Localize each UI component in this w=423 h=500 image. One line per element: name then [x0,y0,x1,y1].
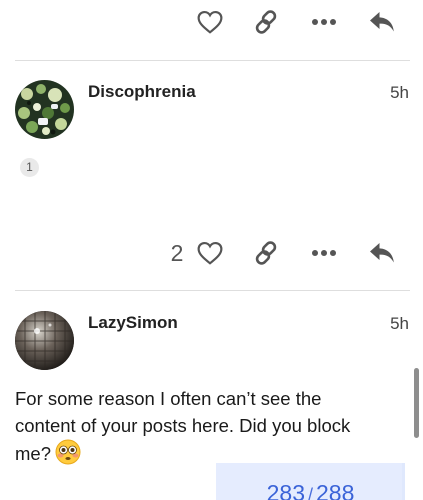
post-actions: 2 [0,231,423,275]
like-button[interactable] [190,0,230,44]
reply-icon [370,243,394,263]
ellipsis-icon [312,250,336,256]
progress-current: 283 [266,480,305,500]
progress-separator: / [307,485,313,500]
post-actions-previous [0,0,423,44]
ellipsis-icon [312,19,336,25]
link-icon [255,10,277,34]
like-count[interactable]: 2 [162,231,192,275]
flushed-face-emoji [55,439,81,472]
link-icon [255,241,277,265]
share-link-button[interactable] [246,231,286,275]
avatar[interactable] [15,80,74,139]
progress-total: 288 [316,480,355,500]
avatar-image [15,80,74,139]
avatar-image [15,311,74,370]
like-button[interactable] [190,231,230,275]
post-divider [15,60,410,61]
post-username[interactable]: LazySimon [88,313,178,333]
more-options-button[interactable] [304,231,344,275]
avatar[interactable] [15,311,74,370]
reply-button[interactable] [362,231,402,275]
post-timestamp[interactable]: 5h [390,83,409,103]
reply-button[interactable] [362,0,402,44]
more-options-button[interactable] [304,0,344,44]
post-timestamp[interactable]: 5h [390,314,409,334]
reply-count-badge[interactable]: 1 [20,158,39,177]
post-body: For some reason I often can’t see the co… [15,385,385,472]
post-username[interactable]: Discophrenia [88,82,196,102]
share-link-button[interactable] [246,0,286,44]
reply-icon [370,12,394,32]
topic-progress-label: 283/288 [216,480,405,500]
topic-progress[interactable]: 283/288 [216,463,405,500]
heart-icon [197,10,223,34]
heart-icon [197,241,223,265]
scrollbar-thumb[interactable] [414,368,419,438]
post-divider [15,290,410,291]
